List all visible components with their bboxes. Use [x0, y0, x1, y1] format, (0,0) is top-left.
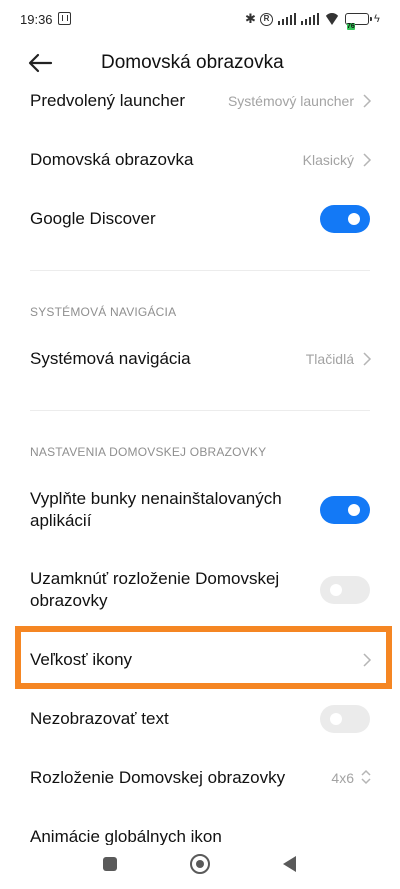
row-google-discover: Google Discover [0, 196, 400, 242]
row-label: Rozloženie Domovskej obrazovky [30, 768, 286, 787]
home-circle-icon[interactable] [190, 854, 210, 874]
status-time: 19:36 [20, 12, 53, 27]
row-home-screen[interactable]: Domovská obrazovka Klasický [0, 138, 400, 182]
nav-bar [0, 845, 400, 889]
back-triangle-icon[interactable] [283, 856, 296, 872]
header: Domovská obrazovka [0, 42, 400, 84]
hide-text-toggle[interactable] [320, 705, 370, 733]
row-label: Nezobrazovať text [30, 709, 169, 728]
chevron-right-icon [362, 351, 372, 367]
row-label-line2: aplikácií [30, 511, 92, 530]
bluetooth-icon: ✱ [245, 11, 256, 26]
status-bar: 19:36 ✱ R 76 ϟ [0, 0, 400, 40]
page-title: Domovská obrazovka [101, 52, 284, 73]
row-system-navigation[interactable]: Systémová navigácia Tlačidlá [0, 338, 400, 382]
row-label: Google Discover [30, 209, 156, 228]
row-layout[interactable]: Rozloženie Domovskej obrazovky 4x6 [0, 756, 400, 800]
toggle-knob [348, 504, 360, 516]
battery-icon: 76 [345, 13, 372, 30]
row-value: 4x6 [331, 770, 354, 786]
toggle-knob [330, 584, 342, 596]
section-header-home-settings: NASTAVENIA DOMOVSKEJ OBRAZOVKY [30, 445, 267, 459]
row-fill-cells: Vyplňte bunky nenainštalovaných aplikáci… [0, 480, 400, 540]
registered-icon: R [260, 12, 273, 26]
row-label: Domovská obrazovka [30, 150, 194, 169]
wifi-icon [324, 13, 340, 25]
row-label-line1: Vyplňte bunky nenainštalovaných [30, 489, 282, 508]
row-label-line1: Uzamknúť rozloženie Domovskej [30, 569, 280, 588]
google-discover-toggle[interactable] [320, 205, 370, 233]
row-label-line2: obrazovky [30, 591, 108, 610]
divider [30, 410, 370, 411]
row-default-launcher[interactable]: Predvolený launcher Systémový launcher [0, 84, 400, 120]
toggle-knob [348, 213, 360, 225]
row-label: Predvolený launcher [30, 91, 185, 110]
battery-level: 76 [347, 23, 355, 30]
chevron-right-icon [362, 93, 372, 109]
signal-icon-2 [301, 13, 320, 25]
row-global-icon-animations[interactable]: Animácie globálnych ikon [0, 818, 400, 848]
lock-layout-toggle[interactable] [320, 576, 370, 604]
highlight-box [15, 626, 392, 689]
status-icons: ✱ R 76 ϟ [245, 10, 382, 30]
row-lock-layout: Uzamknúť rozloženie Domovskej obrazovky [0, 560, 400, 620]
back-button[interactable] [22, 48, 58, 78]
updown-chevron-icon [360, 768, 372, 786]
charging-icon: ϟ [374, 13, 380, 25]
divider [30, 270, 370, 271]
toggle-knob [330, 713, 342, 725]
row-value: Klasický [302, 152, 354, 168]
fill-cells-toggle[interactable] [320, 496, 370, 524]
recents-square-icon[interactable] [103, 857, 117, 871]
signal-icon [278, 13, 297, 25]
arrow-left-icon [28, 53, 53, 73]
section-header-system-navigation: SYSTÉMOVÁ NAVIGÁCIA [30, 305, 177, 319]
row-value: Tlačidlá [305, 351, 354, 367]
chevron-right-icon [362, 152, 372, 168]
row-hide-text: Nezobrazovať text [0, 696, 400, 742]
nfc-icon [58, 12, 71, 25]
row-value: Systémový launcher [227, 93, 354, 109]
row-label: Systémová navigácia [30, 349, 191, 368]
